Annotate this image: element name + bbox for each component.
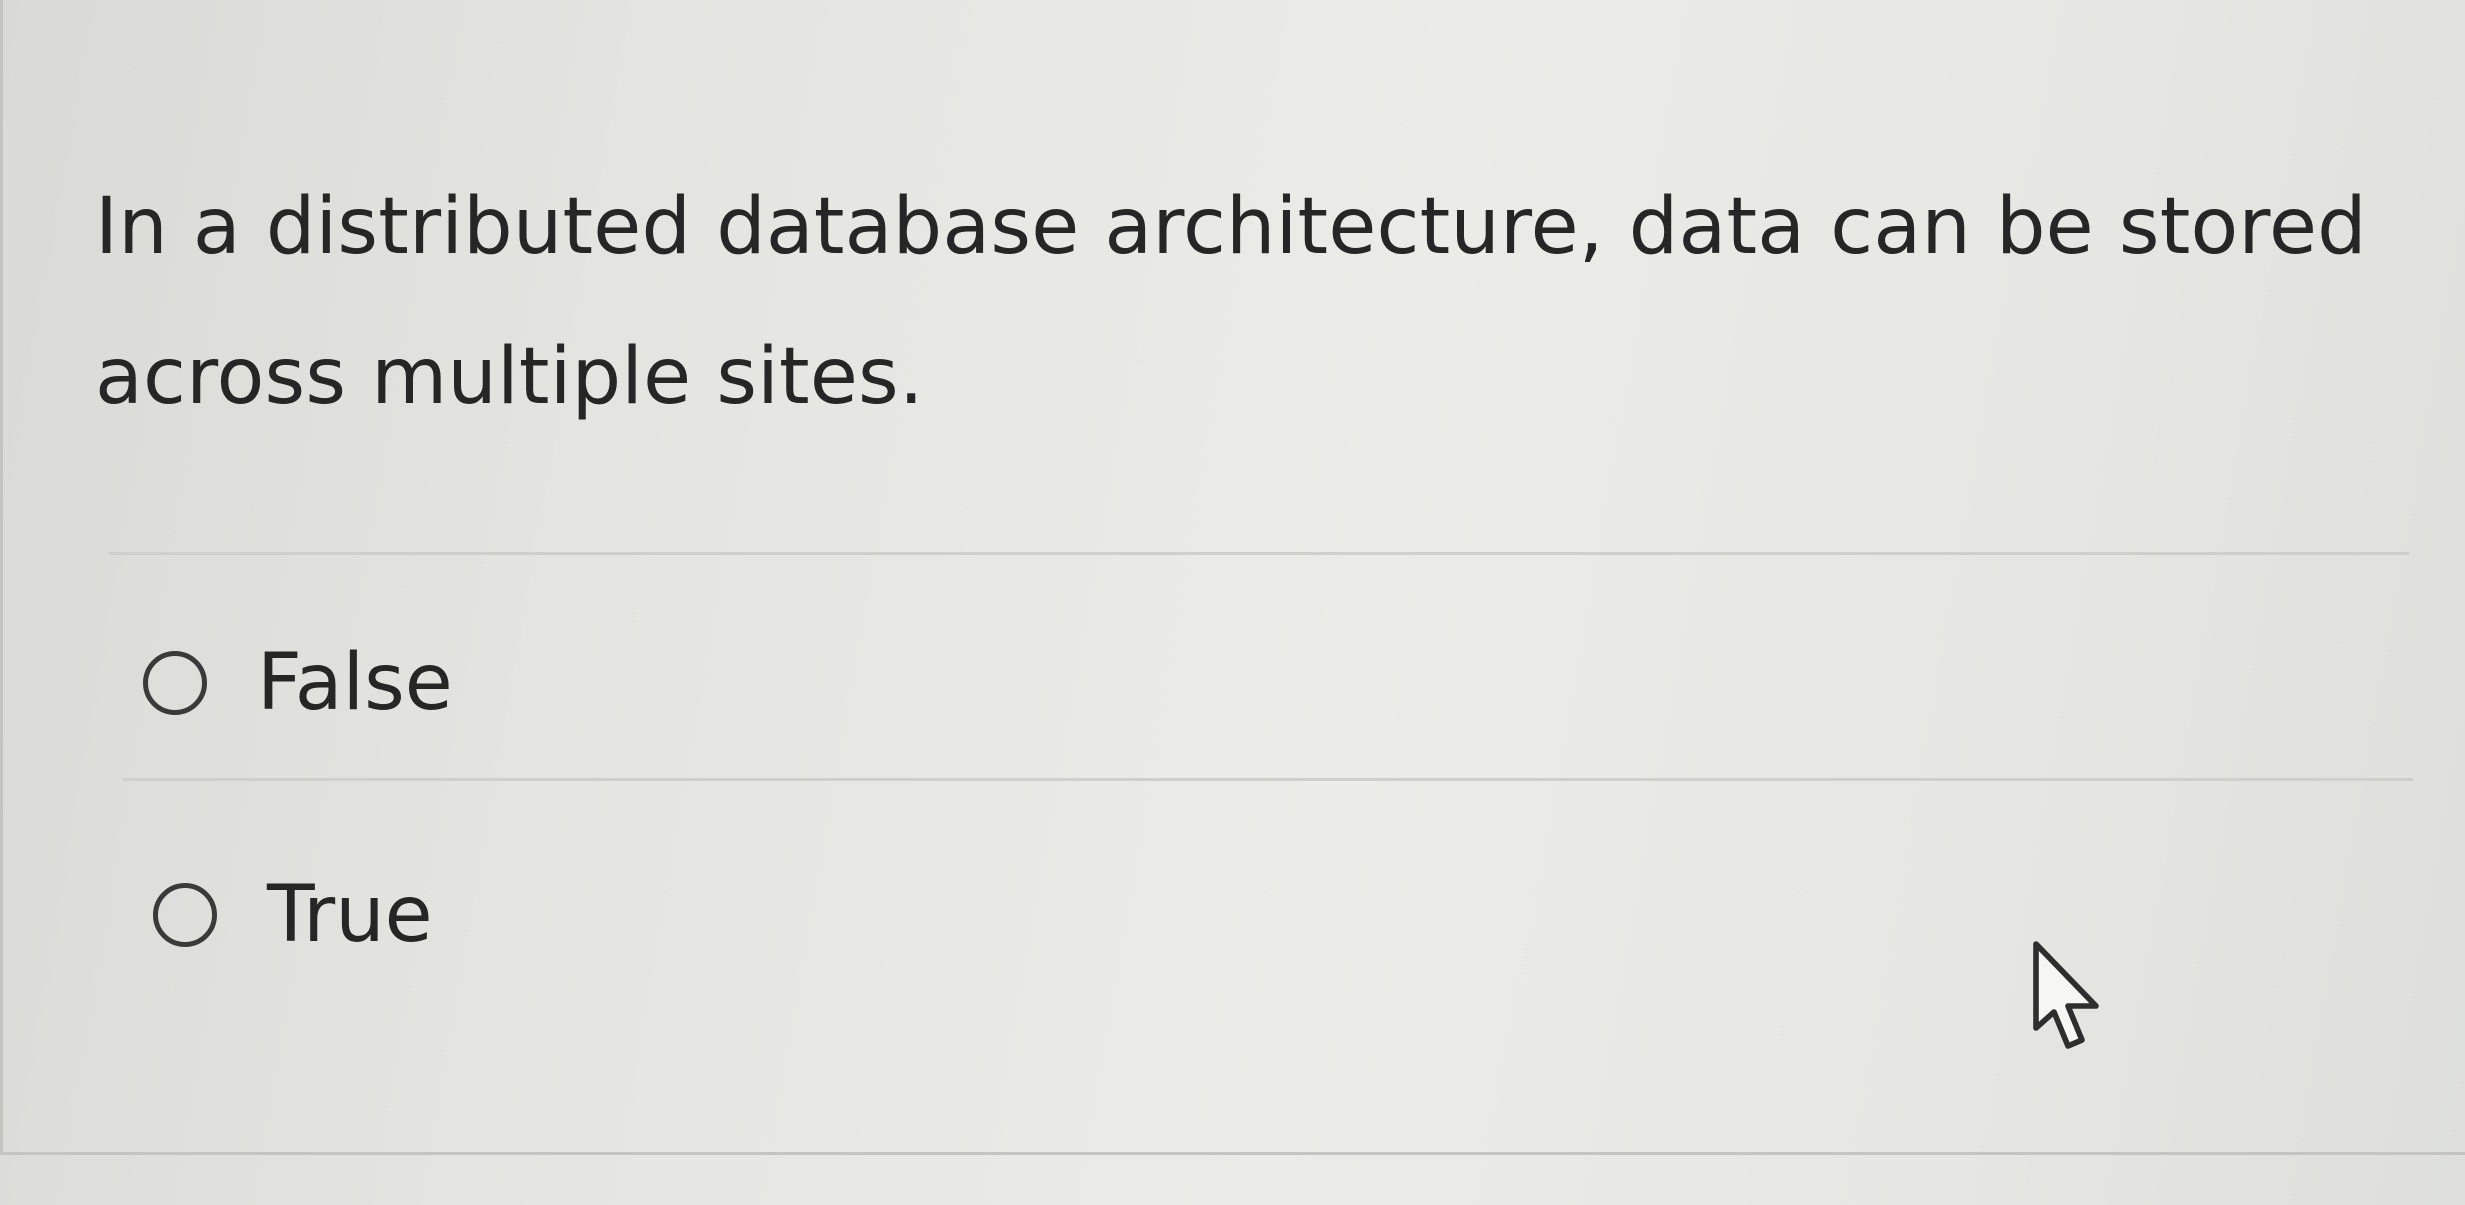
- radio-circle-icon[interactable]: [153, 883, 217, 947]
- answer-option-true[interactable]: True: [153, 870, 433, 960]
- mouse-cursor-icon: [2033, 941, 2099, 1049]
- divider: [109, 552, 2409, 555]
- option-label[interactable]: True: [267, 870, 433, 960]
- question-text: In a distributed database architecture, …: [95, 182, 2367, 422]
- divider: [123, 778, 2413, 781]
- radio-circle-icon[interactable]: [143, 651, 207, 715]
- option-label[interactable]: False: [257, 638, 453, 728]
- answer-option-false[interactable]: False: [143, 638, 453, 728]
